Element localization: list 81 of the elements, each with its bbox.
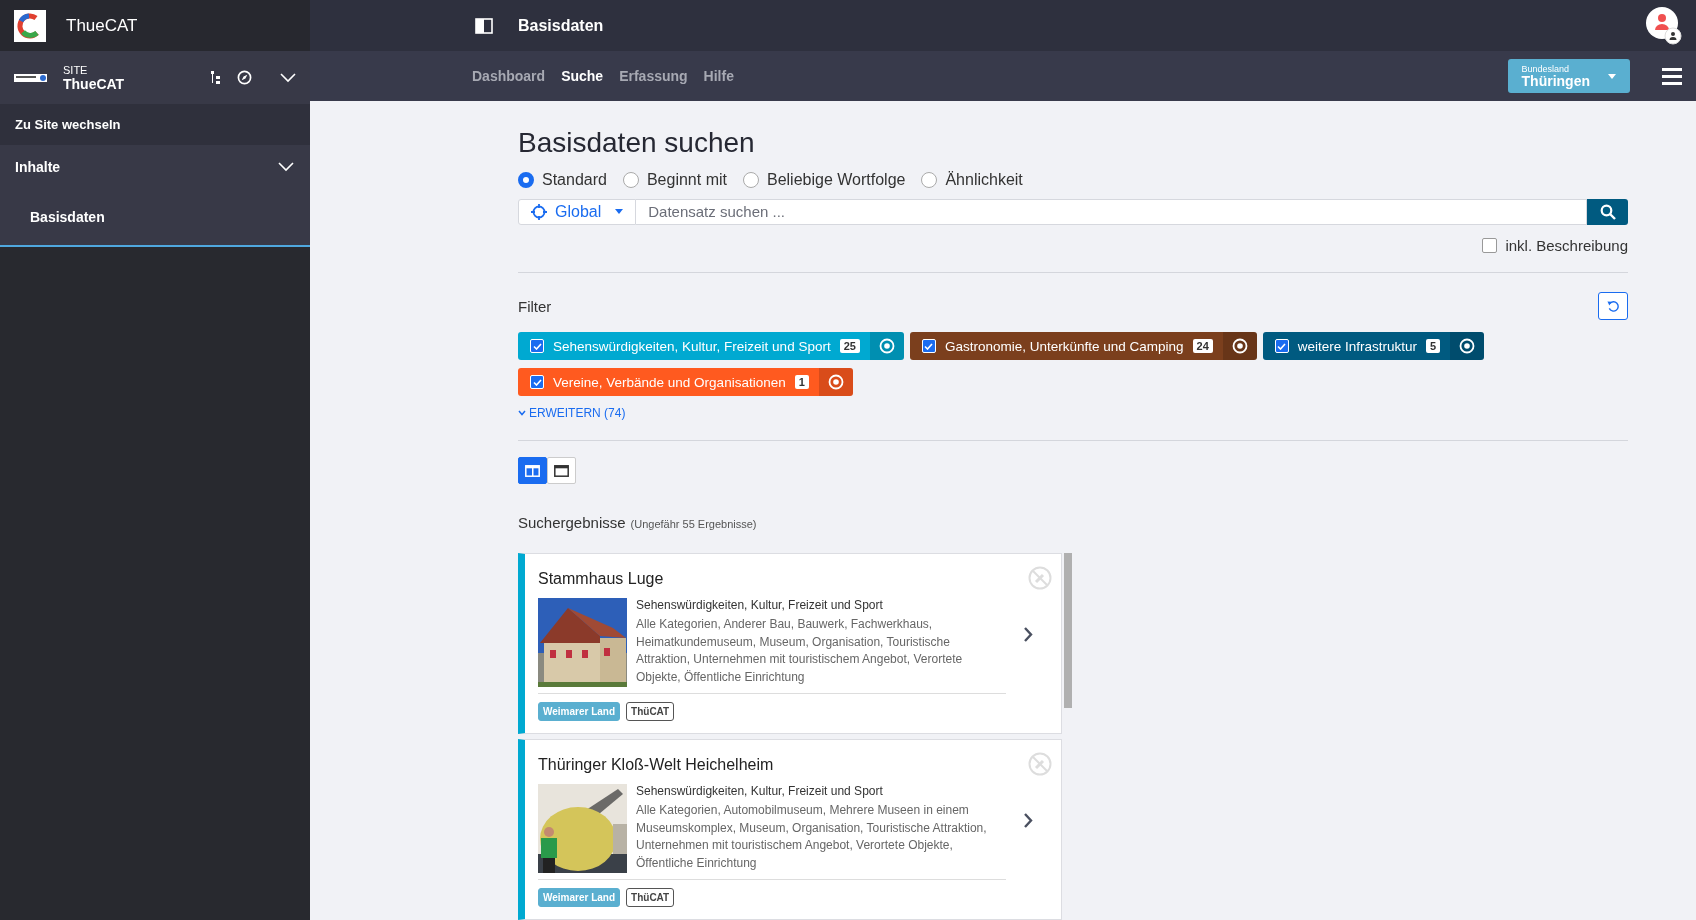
filter-chip[interactable]: Gastronomie, Unterkünfte und Camping 24 [909,332,1257,361]
reset-button[interactable] [1598,292,1628,321]
filter-chip[interactable]: Vereine, Verbände und Organisationen 1 [518,368,853,397]
search-icon [1599,203,1616,220]
logo-icon [14,9,46,42]
chip-label: weitere Infrastruktur [1297,338,1418,354]
chip-count: 5 [1426,339,1441,354]
chevron-right-icon[interactable] [1023,626,1033,643]
full-view-button[interactable] [547,457,576,484]
result-category: Sehenswürdigkeiten, Kultur, Freizeit und Sport [636,598,884,612]
page-title: Basisdaten suchen [518,127,756,159]
chip-label: Gastronomie, Unterkünfte und Camping [944,338,1184,354]
search-mode-radio[interactable]: Standard [518,171,607,189]
radio-dot-icon[interactable] [518,172,534,188]
nav-link[interactable]: Hilfe [703,68,734,84]
chevron-right-icon[interactable] [1023,812,1033,829]
chevron-down-icon [518,410,526,417]
site-label: SITE [63,63,89,76]
chip-count: 1 [794,375,809,390]
checkbox[interactable] [1482,237,1498,253]
search-mode-radio[interactable]: Ähnlichkeit [921,171,1023,189]
results-count: (Ungefähr 55 Ergebnisse) [630,518,757,530]
scope-dropdown[interactable]: Global [518,199,637,225]
chip-count: 25 [839,339,860,354]
app-name: ThueCAT [66,15,138,36]
chevron-down-icon[interactable] [280,72,296,83]
page-header-title: Basisdaten [518,16,605,35]
include-description-option[interactable]: inkl. Beschreibung [1482,236,1628,254]
radio-label: Standard [542,171,607,189]
result-title: Stammhaus Luge [538,570,664,588]
radio-label: Ähnlichkeit [945,171,1023,189]
menu-icon[interactable] [1662,67,1682,85]
expand-link[interactable]: ERWEITERN (74) [518,406,1628,421]
radio-dot-icon[interactable] [743,172,759,188]
search-mode-radio[interactable]: Beginnt mit [622,171,727,189]
result-tags: Alle Kategorien, Automobilmuseum, Mehrere Museen in einem Museumskomplex, Museum, Organisation, Touristische Attraktion, Unternehmen mit touristischem Angebot, Verortete Objekte, Öffentliche Einrichtung [636,802,1006,872]
tree-icon[interactable] [211,70,221,85]
result-card[interactable] [518,553,1062,734]
radio-dot-icon[interactable] [622,172,639,188]
columns-icon [525,464,540,477]
tag-badge: Weimarer Land [538,702,621,721]
radio-dot-icon[interactable] [921,172,938,188]
switch-site-link[interactable]: Zu Site wechseln [0,104,310,145]
filter-title: Filter [518,297,552,315]
filter-chip[interactable]: weitere Infrastruktur 5 [1262,332,1485,361]
target-icon[interactable] [1231,338,1248,355]
compass-icon[interactable] [237,70,252,85]
crosshair-icon [531,203,547,220]
checkbox-label: inkl. Beschreibung [1505,236,1628,254]
user-avatar-icon[interactable] [1646,6,1682,45]
search-field[interactable]: Datensatz suchen ... [636,199,1587,225]
tag-badge: Weimarer Land [538,888,621,907]
site-logo-icon [14,73,47,82]
caret-icon [615,209,624,215]
target-icon[interactable] [1459,338,1476,355]
nav-link[interactable]: Suche [561,68,604,84]
reset-icon [1606,299,1620,313]
section-label: Inhalte [15,159,61,175]
chevron-icon[interactable] [278,162,294,172]
result-card[interactable] [518,739,1062,920]
nav-link[interactable]: Dashboard [472,68,546,84]
results-title: Suchergebnisse [518,514,626,531]
result-tags: Alle Kategorien, Anderer Bau, Bauwerk, Fachwerkhaus, Heimatkundemuseum, Museum, Organisation, Touristische Attraktion, Unternehmen mit touristischem Angebot, Verortete Objekte, Öffentliche Einrichtung [636,616,1006,686]
tag-badge: ThüCAT [626,702,675,721]
search-button[interactable] [1587,199,1628,225]
chip-label: Vereine, Verbände und Organisationen [553,374,786,390]
radio-label: Beginnt mit [646,171,727,189]
tag-badge: ThüCAT [626,888,675,907]
result-category: Sehenswürdigkeiten, Kultur, Freizeit und Sport [636,784,884,798]
window-icon [554,464,569,477]
chip-count: 24 [1192,339,1213,354]
site-name: ThueCAT [63,75,126,92]
scrollbar-thumb[interactable] [1064,553,1072,708]
split-view-button[interactable] [518,457,547,484]
caret-icon [1608,73,1616,79]
sidebar-toggle-icon[interactable] [475,17,493,34]
result-title: Thüringer Kloß-Welt Heichelheim [538,756,774,774]
chip-label: Sehenswürdigkeiten, Kultur, Freizeit und Sport [553,338,831,354]
sidebar-item[interactable]: Basisdaten [0,189,310,245]
target-icon[interactable] [827,374,844,391]
nav-link[interactable]: Erfassung [619,68,688,84]
